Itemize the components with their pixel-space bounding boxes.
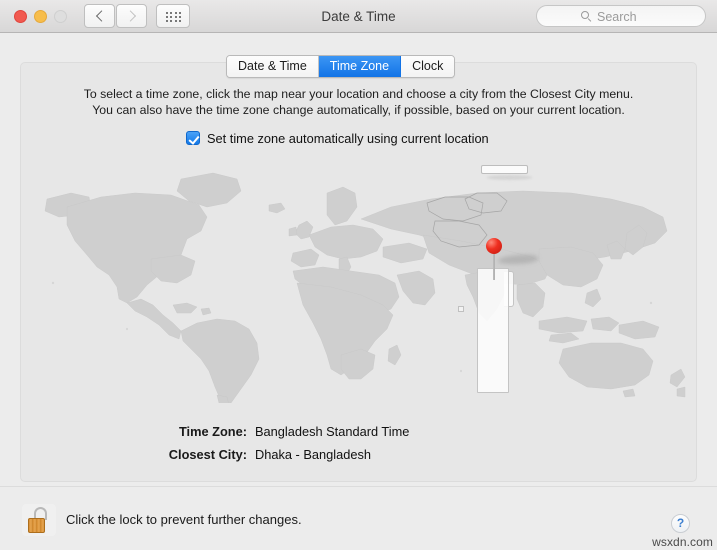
unlocked-padlock-icon [28, 507, 50, 534]
checkmark-icon [188, 132, 200, 145]
timezone-highlight-band[interactable] [477, 268, 509, 393]
timezone-cap-shadow [487, 175, 532, 180]
tab-bar: Date & Time Time Zone Clock [226, 55, 456, 78]
timezone-top-cap[interactable] [481, 165, 528, 174]
description-text: To select a time zone, click the map nea… [50, 86, 667, 118]
search-input[interactable]: Search [536, 5, 706, 27]
tab-clock[interactable]: Clock [401, 56, 455, 77]
auto-timezone-row[interactable]: Set time zone automatically using curren… [186, 129, 489, 147]
auto-timezone-checkbox[interactable] [186, 131, 200, 145]
timezone-label: Time Zone: [178, 424, 247, 439]
title-bar: Date & Time Search [0, 0, 717, 33]
search-placeholder: Search [597, 10, 637, 24]
closest-city-label: Closest City: [168, 447, 247, 462]
lock-hint-text: Click the lock to prevent further change… [66, 512, 302, 527]
map-pin-icon[interactable] [485, 238, 503, 280]
watermark: wsxdn.com [652, 535, 713, 549]
pin-needle [492, 250, 495, 280]
timezone-value: Bangladesh Standard Time [255, 424, 410, 439]
description-line-2: You can also have the time zone change a… [92, 103, 625, 117]
description-line-1: To select a time zone, click the map nea… [83, 87, 634, 101]
search-icon [581, 11, 592, 22]
help-button[interactable]: ? [671, 514, 690, 533]
world-map[interactable] [31, 163, 687, 403]
timezone-info-row: Time Zone: Bangladesh Standard Time [0, 424, 697, 441]
lock-button[interactable] [22, 504, 56, 536]
auto-timezone-label: Set time zone automatically using curren… [207, 130, 489, 146]
world-map-svg [31, 163, 687, 403]
closest-city-info-row: Closest City: Dhaka - Bangladesh [0, 447, 697, 464]
tab-date-and-time[interactable]: Date & Time [227, 56, 319, 77]
pin-head [486, 238, 502, 254]
system-preferences-window: Date & Time Search Date & Time Time Zone… [0, 0, 717, 550]
closest-city-value[interactable]: Dhaka - Bangladesh [255, 447, 371, 462]
timezone-marker-square [458, 306, 464, 312]
footer-divider [0, 486, 717, 487]
tab-time-zone[interactable]: Time Zone [318, 56, 402, 77]
